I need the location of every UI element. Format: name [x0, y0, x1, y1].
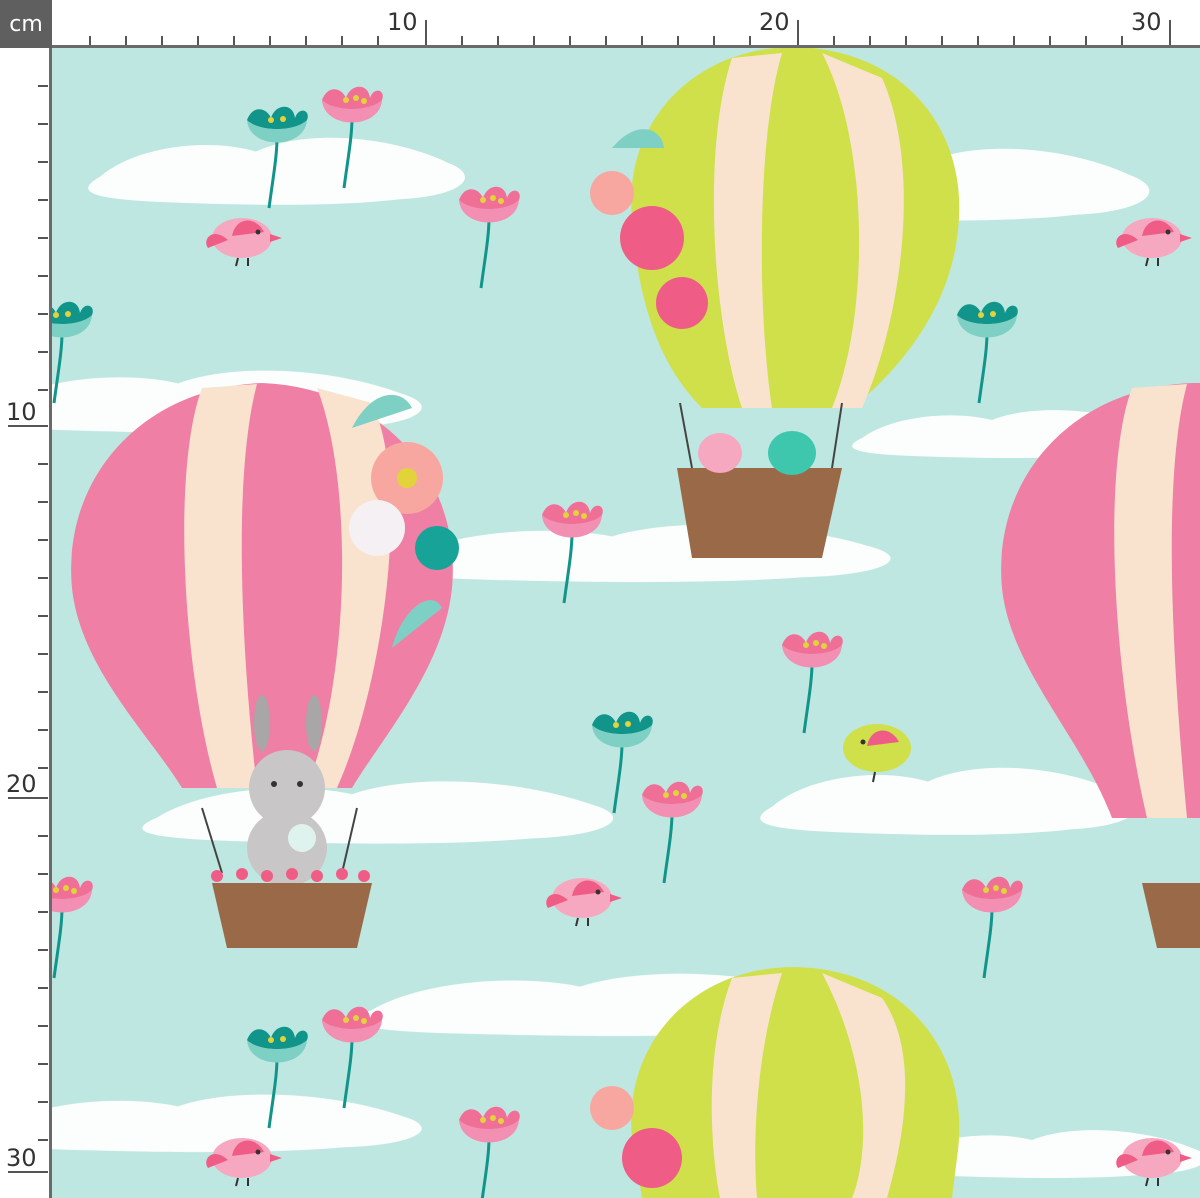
ruler-left-label: 10: [6, 398, 37, 426]
ruler-top-label: 20: [759, 8, 790, 36]
unit-label: cm: [0, 0, 52, 48]
fabric-pattern: [52, 48, 1200, 1198]
fabric-swatch: [52, 48, 1200, 1198]
ruler-left-label: 20: [6, 770, 37, 798]
ruler-top-label: 10: [387, 8, 418, 36]
basket-icon: [677, 468, 842, 558]
ruler-left-label: 30: [6, 1144, 37, 1172]
basket-icon: [212, 883, 372, 948]
horizontal-ruler: 10 20 30: [52, 0, 1200, 48]
fabric-preview: cm 10 20 30 10 20 30: [0, 0, 1200, 1198]
vertical-ruler: 10 20 30: [0, 48, 52, 1198]
ruler-top-label: 30: [1131, 8, 1162, 36]
